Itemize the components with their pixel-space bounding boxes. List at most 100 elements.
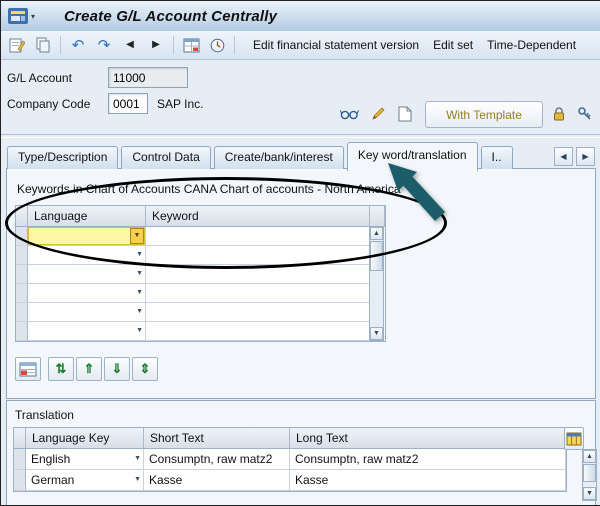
language-cell[interactable]: ▼	[28, 303, 146, 322]
keywords-table-toolbar: ⇅ ⇑ ⇓ ⇕	[15, 357, 158, 381]
chevron-down-icon[interactable]: ▼	[134, 470, 141, 490]
time-dependent-link[interactable]: Time-Dependent	[487, 38, 576, 52]
translation-header-row: Language Key Short Text Long Text	[14, 428, 566, 449]
chevron-down-icon[interactable]: ▼	[136, 265, 143, 283]
keyword-cell[interactable]	[146, 246, 370, 265]
row-navigation-group: ⇅ ⇑ ⇓ ⇕	[48, 357, 158, 381]
short-text-cell[interactable]: Kasse	[144, 470, 290, 491]
row-selector[interactable]	[16, 227, 28, 246]
row-selector[interactable]	[16, 265, 28, 284]
tab-key-word-translation[interactable]: Key word/translation	[346, 142, 478, 171]
table-row: ▼	[16, 322, 385, 341]
keywords-vertical-scrollbar[interactable]: ▲ ▼	[369, 226, 384, 341]
previous-account-icon[interactable]: ◀	[117, 34, 143, 57]
long-text-column-header[interactable]: Long Text	[290, 428, 566, 449]
keywords-table: Language Keyword ▼ ▼ ▼ ▼ ▼ ▼	[15, 205, 386, 342]
long-text-cell[interactable]: Kasse	[290, 470, 566, 491]
language-key-cell[interactable]: German ▼	[26, 470, 144, 491]
keyword-cell[interactable]	[146, 284, 370, 303]
keywords-panel: Keywords in Chart of Accounts CANA Chart…	[6, 168, 596, 399]
language-cell-selected[interactable]: ▼	[28, 227, 146, 246]
company-name-text: SAP Inc.	[157, 97, 204, 111]
row-swap-icon[interactable]: ⇅	[48, 357, 74, 381]
language-key-cell[interactable]: English ▼	[26, 449, 144, 470]
keyword-cell[interactable]	[146, 322, 370, 341]
language-key-column-header[interactable]: Language Key	[26, 428, 144, 449]
language-cell[interactable]: ▼	[28, 322, 146, 341]
chevron-down-icon[interactable]: ▼	[130, 228, 144, 244]
short-text-cell[interactable]: Consumptn, raw matz2	[144, 449, 290, 470]
keyword-cell[interactable]	[146, 303, 370, 322]
table-row: ▼	[16, 284, 385, 303]
title-bar: ▾ Create G/L Account Centrally	[1, 1, 600, 32]
row-selector-header[interactable]	[14, 428, 26, 449]
keyword-cell[interactable]	[146, 265, 370, 284]
keyword-cell[interactable]	[146, 227, 370, 246]
gl-account-input[interactable]	[108, 67, 188, 88]
redo-icon[interactable]: ↷	[91, 34, 117, 57]
table-settings-icon[interactable]	[564, 427, 584, 450]
row-selector[interactable]	[16, 303, 28, 322]
scroll-up-icon[interactable]: ▲	[583, 450, 596, 463]
scroll-down-icon[interactable]: ▼	[583, 487, 596, 500]
toolbar-separator	[60, 36, 61, 54]
key-icon[interactable]	[572, 102, 598, 126]
time-dependent-data-icon[interactable]	[178, 34, 204, 57]
table-maintenance-icon[interactable]	[15, 357, 41, 381]
company-code-input[interactable]	[108, 93, 148, 114]
tab-type-description[interactable]: Type/Description	[7, 146, 119, 169]
change-pencil-icon[interactable]	[365, 102, 391, 126]
language-column-header[interactable]: Language	[28, 206, 146, 227]
create-page-icon[interactable]	[392, 102, 418, 126]
row-selector[interactable]	[16, 322, 28, 341]
row-down-icon[interactable]: ⇓	[104, 357, 130, 381]
short-text-column-header[interactable]: Short Text	[144, 428, 290, 449]
application-toolbar: ↶ ↷ ◀ ▶ Edit financial statement version…	[1, 31, 600, 60]
gl-account-label: G/L Account	[7, 71, 72, 85]
chevron-down-icon[interactable]: ▼	[136, 322, 143, 340]
lock-icon[interactable]	[546, 102, 572, 126]
scroll-down-icon[interactable]: ▼	[370, 327, 383, 340]
other-account-icon[interactable]	[4, 34, 30, 57]
chevron-down-icon[interactable]: ▼	[134, 449, 141, 469]
with-template-button[interactable]: With Template	[425, 101, 543, 128]
row-selector[interactable]	[14, 470, 26, 491]
row-selector[interactable]	[16, 284, 28, 303]
scrollbar-thumb[interactable]	[583, 464, 596, 482]
display-change-icon[interactable]	[337, 102, 363, 126]
tab-information[interactable]: I..	[480, 146, 513, 169]
period-clock-icon[interactable]	[204, 34, 230, 57]
chevron-down-icon[interactable]: ▼	[136, 303, 143, 321]
keyword-column-header[interactable]: Keyword	[146, 206, 370, 227]
edit-financial-statement-version-link[interactable]: Edit financial statement version	[253, 38, 419, 52]
row-selector-header[interactable]	[16, 206, 28, 227]
sap-window: ▾ Create G/L Account Centrally ↶ ↷ ◀ ▶ E…	[0, 0, 600, 506]
language-cell[interactable]: ▼	[28, 246, 146, 265]
edit-set-link[interactable]: Edit set	[433, 38, 473, 52]
tab-control-data[interactable]: Control Data	[121, 146, 211, 169]
row-selector[interactable]	[14, 449, 26, 470]
window-menu-caret-icon[interactable]: ▾	[31, 12, 35, 21]
scroll-up-icon[interactable]: ▲	[370, 227, 383, 240]
long-text-cell[interactable]: Consumptn, raw matz2	[290, 449, 566, 470]
chevron-down-icon[interactable]: ▼	[136, 246, 143, 264]
tab-scroll-right-icon[interactable]: ▶	[576, 147, 595, 166]
next-account-icon[interactable]: ▶	[143, 34, 169, 57]
row-selector[interactable]	[16, 246, 28, 265]
language-cell[interactable]: ▼	[28, 265, 146, 284]
language-cell[interactable]: ▼	[28, 284, 146, 303]
table-row: English ▼ Consumptn, raw matz2 Consumptn,…	[14, 449, 566, 470]
sap-logo-icon[interactable]	[8, 8, 28, 24]
row-up-icon[interactable]: ⇑	[76, 357, 102, 381]
tab-scroll-left-icon[interactable]: ◀	[554, 147, 573, 166]
chevron-down-icon[interactable]: ▼	[136, 284, 143, 302]
tab-create-bank-interest[interactable]: Create/bank/interest	[213, 146, 344, 169]
translation-vertical-scrollbar[interactable]: ▲ ▼	[582, 449, 597, 501]
translation-panel: Translation Language Key Short Text Long…	[6, 400, 597, 505]
undo-icon[interactable]: ↶	[65, 34, 91, 57]
toolbar-separator	[234, 36, 235, 54]
copy-account-icon[interactable]	[30, 34, 56, 57]
scrollbar-thumb[interactable]	[370, 241, 383, 271]
company-code-label: Company Code	[7, 97, 91, 111]
row-scroll-icon[interactable]: ⇕	[132, 357, 158, 381]
